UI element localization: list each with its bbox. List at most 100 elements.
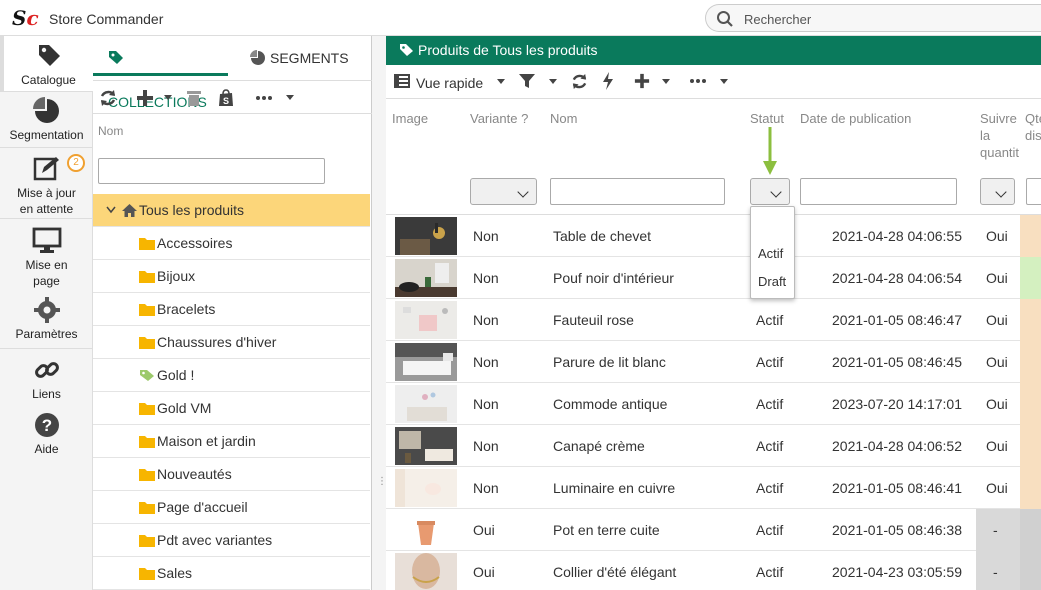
status-option-draft[interactable]: Draft	[758, 274, 786, 289]
table-row[interactable]: Non Commode antique Actif 2023-07-20 14:17:…	[386, 383, 1041, 425]
chevron-down-icon[interactable]	[286, 95, 294, 100]
tree-item-all-products[interactable]: Tous les produits	[93, 194, 370, 227]
table-row[interactable]: Oui Collier d'été élégant Actif 2021-04-23 …	[386, 551, 1041, 590]
product-thumbnail	[395, 385, 457, 423]
column-header-status[interactable]: Statut	[750, 110, 784, 127]
tree-item-label: Maison et jardin	[157, 433, 256, 449]
column-header-image[interactable]: Image	[392, 110, 428, 127]
folder-icon	[139, 568, 155, 580]
tag-icon	[400, 44, 413, 56]
pie-chart-icon	[32, 97, 59, 123]
table-row[interactable]: Non Luminaire en cuivre Actif 2021-01-05 08…	[386, 467, 1041, 509]
chevron-down-icon[interactable]	[662, 79, 670, 84]
chevron-down-icon[interactable]	[106, 206, 116, 214]
tree-item[interactable]: Page d'accueil	[93, 491, 370, 524]
panel-splitter[interactable]: ⋮	[372, 36, 387, 590]
chevron-down-icon[interactable]	[720, 79, 728, 84]
column-header-publish-date[interactable]: Date de publication	[800, 110, 911, 127]
add-icon[interactable]	[634, 73, 650, 89]
cell-variant: Oui	[473, 522, 495, 538]
cell-variant: Non	[473, 270, 499, 286]
cell-available-qty	[1020, 299, 1041, 341]
tag-icon	[140, 370, 154, 381]
table-row[interactable]: Oui Pot en terre cuite Actif 2021-01-05 08:…	[386, 509, 1041, 551]
nav-label: page	[33, 274, 60, 288]
cell-track-quantity: Oui	[986, 396, 1008, 412]
view-selector[interactable]: Vue rapide	[416, 75, 483, 91]
status-option-actif[interactable]: Actif	[758, 246, 783, 261]
chevron-down-icon[interactable]	[164, 95, 172, 100]
tree-item[interactable]: Pdt avec variantes	[93, 524, 370, 557]
status-filter-select[interactable]	[750, 178, 790, 205]
shopify-bag-icon[interactable]: S	[217, 89, 235, 107]
chevron-down-icon[interactable]	[549, 79, 557, 84]
name-filter-input[interactable]	[550, 178, 725, 205]
list-view-icon[interactable]	[394, 74, 410, 88]
cell-available-qty	[1020, 257, 1041, 299]
column-header-track-quantity[interactable]: Suivre la quantit	[980, 110, 1019, 161]
folder-icon	[139, 337, 155, 349]
cell-track-quantity: Oui	[986, 438, 1008, 454]
qty-filter-input[interactable]	[1026, 178, 1041, 205]
table-row[interactable]: Non Pouf noir d'intérieur 2021-04-28 04:06…	[386, 257, 1041, 299]
nav-segmentation[interactable]: Segmentation	[0, 92, 93, 147]
cell-variant: Non	[473, 228, 499, 244]
search-box[interactable]: Rechercher	[705, 4, 1041, 32]
tree-item[interactable]: Maison et jardin	[93, 425, 370, 458]
arrow-down-icon	[763, 127, 777, 175]
cell-status: Actif	[756, 312, 784, 328]
folder-icon	[139, 535, 155, 547]
variant-filter-select[interactable]	[470, 178, 537, 205]
add-icon[interactable]	[136, 89, 154, 107]
nav-links[interactable]: Liens	[0, 350, 93, 404]
tab-collections[interactable]: COLLECTIONS	[93, 36, 228, 110]
table-row[interactable]: Non Parure de lit blanc Actif 2021-01-05 08…	[386, 341, 1041, 383]
nav-layout[interactable]: Mise en page	[0, 219, 93, 291]
tree-item[interactable]: Gold VM	[93, 392, 370, 425]
track-filter-select[interactable]	[980, 178, 1015, 205]
cell-name: Table de chevet	[553, 228, 652, 244]
tree-item[interactable]: Sales	[93, 557, 370, 590]
trash-icon[interactable]	[185, 89, 203, 107]
nav-help[interactable]: ? Aide	[0, 406, 93, 460]
nav-settings[interactable]: Paramètres	[0, 291, 93, 348]
cell-status: Actif	[756, 396, 784, 412]
tree-item[interactable]: Bracelets	[93, 293, 370, 326]
column-header-available-qty[interactable]: Qté dis	[1025, 110, 1041, 144]
cell-available-qty	[1020, 467, 1041, 509]
tree-item[interactable]: Gold !	[93, 359, 370, 392]
table-row[interactable]: Non Canapé crème Actif 2021-04-28 04:06:52 O…	[386, 425, 1041, 467]
cell-name: Parure de lit blanc	[553, 354, 666, 370]
tree-item[interactable]: Bijoux	[93, 260, 370, 293]
tab-segments[interactable]: SEGMENTS	[250, 36, 372, 76]
column-header-name[interactable]: Nom	[550, 110, 577, 127]
top-bar: Sc Store Commander Rechercher	[0, 0, 1041, 36]
lightning-icon[interactable]	[602, 72, 614, 90]
refresh-icon[interactable]	[571, 73, 588, 90]
cell-track-quantity: -	[993, 522, 998, 538]
folder-icon	[139, 436, 155, 448]
chevron-down-icon[interactable]	[497, 79, 505, 84]
cell-publish-date: 2021-04-23 03:05:59	[832, 564, 962, 580]
more-icon[interactable]	[255, 89, 273, 107]
header-line: dis	[1025, 128, 1041, 143]
filter-icon[interactable]	[519, 73, 535, 89]
tree-item[interactable]: Accessoires	[93, 227, 370, 260]
tree-item-label: Chaussures d'hiver	[157, 334, 277, 350]
product-thumbnail	[395, 553, 457, 590]
column-header-variant[interactable]: Variante ?	[470, 110, 528, 127]
table-row[interactable]: Non Table de chevet 2021-04-28 04:06:55 Oui	[386, 215, 1041, 257]
cell-publish-date: 2021-04-28 04:06:54	[832, 270, 962, 286]
date-filter-input[interactable]	[800, 178, 957, 205]
pie-chart-icon	[250, 50, 265, 65]
nav-catalogue[interactable]: Catalogue	[0, 36, 93, 91]
refresh-icon[interactable]	[99, 89, 117, 107]
more-icon[interactable]	[689, 74, 707, 88]
cell-available-qty	[1020, 551, 1041, 590]
tree-item-label: Bracelets	[157, 301, 216, 317]
tree-item[interactable]: Nouveautés	[93, 458, 370, 491]
table-row[interactable]: Non Fauteuil rose Actif 2021-01-05 08:46:47…	[386, 299, 1041, 341]
cell-name: Pot en terre cuite	[553, 522, 660, 538]
name-filter-input[interactable]	[98, 158, 325, 184]
tree-item[interactable]: Chaussures d'hiver	[93, 326, 370, 359]
